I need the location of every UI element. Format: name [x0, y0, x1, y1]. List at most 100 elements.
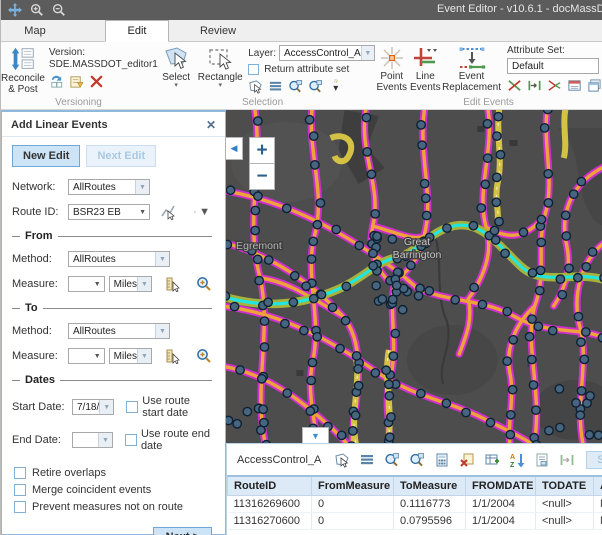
table-pan-selection-icon[interactable] — [409, 452, 425, 468]
table-cell: 1/1/2004 — [466, 496, 536, 513]
tab-edit[interactable]: Edit — [105, 20, 169, 42]
dates-section-rule: Dates — [12, 374, 212, 386]
layer-value: AccessControl_A — [284, 48, 361, 59]
tab-review[interactable]: Review — [187, 21, 249, 41]
version-value: SDE.MASSDOT_editor1 — [49, 59, 158, 70]
new-edit-button[interactable]: New Edit — [12, 145, 80, 167]
next-edit-button[interactable]: Next Edit — [86, 145, 156, 167]
reconcile-label-1: Reconcile — [1, 73, 45, 84]
zoom-out-icon[interactable] — [51, 2, 67, 18]
select-route-icon[interactable] — [160, 204, 176, 220]
network-dropdown[interactable]: AllRoutes ▼ — [68, 179, 150, 195]
to-zoom-icon[interactable] — [196, 348, 212, 364]
map-zoom-out-button[interactable]: − — [249, 163, 275, 190]
from-units-value: Miles — [114, 279, 137, 290]
point-events-icon — [379, 45, 405, 71]
attribute-set-dropdown[interactable]: Default — [507, 58, 599, 74]
point-events-button[interactable]: Point Events — [375, 45, 409, 97]
reconcile-post-button[interactable]: Reconcile & Post — [1, 45, 45, 97]
to-units-dropdown[interactable]: Miles ▼ — [109, 348, 152, 364]
titlebar: Event Editor - v10.6.1 - docMassDOTR — [1, 0, 602, 20]
start-date-input[interactable]: 7/18/ ▼ — [72, 399, 114, 415]
close-icon[interactable]: ✕ — [206, 118, 216, 132]
map-view[interactable]: Egremont Great Barrington ◀ + − ▼ — [226, 110, 602, 443]
table-column-header[interactable]: TODATE — [536, 476, 594, 496]
measure-event-icon[interactable] — [527, 78, 542, 93]
events-window-icon[interactable] — [587, 78, 602, 93]
table-column-header[interactable]: FROMDATE — [466, 476, 536, 496]
collapse-down-icon[interactable]: ▼ — [302, 427, 329, 443]
report-icon[interactable] — [534, 452, 550, 468]
line-events-label-2: Events — [410, 82, 441, 93]
use-route-end-checkbox[interactable] — [125, 434, 137, 446]
table-list-icon[interactable] — [359, 452, 375, 468]
ribbon-group-versioning: Reconcile & Post Version: SDE.MASSDOT_ed… — [1, 42, 156, 109]
caret-down-icon: ▼ — [136, 209, 149, 216]
map-zoom-in-button[interactable]: + — [249, 137, 275, 164]
from-zoom-icon[interactable] — [196, 276, 212, 292]
select-shape-icon[interactable] — [248, 79, 263, 94]
to-measure-select-icon[interactable] — [164, 348, 180, 364]
change-version-icon[interactable] — [49, 74, 64, 89]
save-button[interactable]: Sa — [586, 451, 602, 469]
table-column-header[interactable]: RouteID — [228, 476, 312, 496]
retire-overlaps-checkbox[interactable] — [14, 467, 26, 479]
from-units-dropdown[interactable]: Miles ▼ — [109, 276, 152, 292]
selection-list-icon[interactable] — [268, 79, 283, 94]
end-date-input[interactable]: ▼ — [72, 432, 113, 448]
return-attribute-checkbox[interactable] — [248, 64, 259, 75]
field-calculator-icon[interactable] — [434, 452, 450, 468]
pan-icon[interactable] — [7, 2, 23, 18]
to-measure-combo[interactable]: ▼ — [68, 348, 105, 364]
add-rows-icon[interactable] — [484, 452, 500, 468]
table-row[interactable]: 1131627060000.07955961/1/2004<null>N — [228, 513, 602, 530]
table-measure-icon[interactable] — [559, 452, 575, 468]
attribute-table[interactable]: RouteIDFromMeasureToMeasureFROMDATETODAT… — [227, 475, 602, 530]
table-column-header[interactable]: ToMeasure — [394, 476, 466, 496]
tab-map[interactable]: Map — [9, 21, 61, 41]
sort-az-icon[interactable]: AZ — [509, 452, 525, 468]
from-method-dropdown[interactable]: AllRoutes ▼ — [68, 251, 170, 267]
table-cell: 0 — [312, 496, 394, 513]
group-label-selection: Selection — [156, 97, 375, 108]
select-icon — [163, 45, 190, 72]
split-event-icon[interactable] — [507, 78, 522, 93]
table-zoom-selection-icon[interactable] — [384, 452, 400, 468]
pan-to-selection-icon[interactable] — [308, 79, 323, 94]
caret-down-icon: ▼ — [135, 180, 149, 194]
to-section-rule: To — [12, 302, 212, 314]
zoom-to-selection-icon[interactable] — [288, 79, 303, 94]
event-replacement-label-1: Event — [459, 71, 485, 82]
zoom-in-icon[interactable] — [29, 2, 45, 18]
new-version-icon[interactable] — [69, 74, 84, 89]
window-title: Event Editor - v10.6.1 - docMassDOTR — [437, 3, 602, 15]
collapse-left-icon[interactable]: ◀ — [226, 137, 243, 160]
rectangle-select-button[interactable]: Rectangle ▾ — [196, 45, 244, 97]
table-column-header[interactable]: AC — [594, 476, 602, 496]
merge-coincident-checkbox[interactable] — [14, 484, 26, 496]
select-button[interactable]: Select ▾ — [156, 45, 196, 97]
clear-selected-rows-icon[interactable] — [459, 452, 475, 468]
use-route-start-checkbox[interactable] — [126, 401, 138, 413]
table-column-header[interactable]: FromMeasure — [312, 476, 394, 496]
zoom-to-route-button[interactable]: ▼ — [194, 204, 210, 220]
delete-version-icon[interactable] — [89, 74, 104, 89]
table-cell: 11316270600 — [228, 513, 312, 530]
event-replacement-button[interactable]: Event Replacement — [442, 45, 501, 97]
from-measure-select-icon[interactable] — [164, 276, 180, 292]
table-cell: <null> — [536, 496, 594, 513]
attribute-form-icon[interactable] — [567, 78, 582, 93]
from-measure-combo[interactable]: ▼ — [68, 276, 105, 292]
line-events-icon — [412, 45, 438, 71]
to-method-dropdown[interactable]: AllRoutes ▼ — [68, 323, 170, 339]
attribute-table-panel: AccessControl_A — [226, 443, 602, 535]
clear-selection-button[interactable]: ▾ — [328, 79, 343, 94]
prevent-measures-checkbox[interactable] — [14, 501, 26, 513]
next-button[interactable]: Next > — [153, 527, 212, 535]
table-row[interactable]: 1131626960000.11167731/1/2004<null>N — [228, 496, 602, 513]
line-events-button[interactable]: Line Events — [409, 45, 443, 97]
layer-dropdown[interactable]: AccessControl_A ▼ — [279, 45, 375, 61]
table-select-shape-icon[interactable] — [334, 452, 350, 468]
split-route-icon[interactable] — [547, 78, 562, 93]
route-id-dropdown[interactable]: BSR23 EB ▼ — [68, 204, 150, 220]
